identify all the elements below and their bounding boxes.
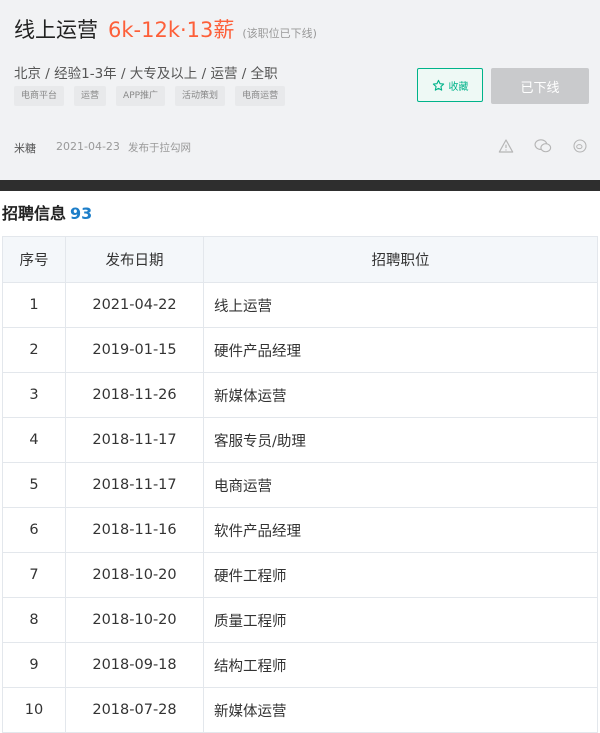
- row-index: 7: [2, 552, 66, 598]
- publish-source: 发布于拉勾网: [128, 142, 191, 154]
- row-index: 5: [2, 462, 66, 508]
- tag[interactable]: APP推广: [116, 86, 166, 106]
- row-date: 2018-10-20: [65, 552, 204, 598]
- row-position[interactable]: 电商运营: [203, 462, 598, 508]
- row-index: 2: [2, 327, 66, 373]
- tag-list: 电商平台 运营 APP推广 活动策划 电商运营: [14, 86, 295, 106]
- job-header: 线上运营 6k-12k·13薪 (该职位已下线) 北京 / 经验1-3年 / 大…: [0, 0, 600, 180]
- table-row: 4 2018-11-17 客服专员/助理: [2, 417, 598, 463]
- table-row: 7 2018-10-20 硬件工程师: [2, 552, 598, 598]
- row-position[interactable]: 结构工程师: [203, 642, 598, 688]
- job-requirements: 北京 / 经验1-3年 / 大专及以上 / 运营 / 全职: [14, 66, 278, 82]
- job-title: 线上运营: [14, 18, 98, 42]
- table-row: 10 2018-07-28 新媒体运营: [2, 687, 598, 733]
- row-date: 2018-07-28: [65, 687, 204, 733]
- row-date: 2018-11-17: [65, 417, 204, 463]
- row-index: 1: [2, 282, 66, 328]
- salary: 6k-12k·13薪: [108, 18, 235, 42]
- section-title-text: 招聘信息: [2, 204, 67, 223]
- row-date: 2018-10-20: [65, 597, 204, 643]
- tag[interactable]: 电商平台: [14, 86, 65, 106]
- column-header-date: 发布日期: [65, 236, 204, 283]
- row-index: 9: [2, 642, 66, 688]
- section-count: 93: [70, 204, 93, 223]
- title-line: 线上运营 6k-12k·13薪 (该职位已下线): [14, 14, 317, 44]
- table-row: 8 2018-10-20 质量工程师: [2, 597, 598, 643]
- row-position[interactable]: 新媒体运营: [203, 687, 598, 733]
- table-row: 5 2018-11-17 电商运营: [2, 462, 598, 508]
- section-divider: [0, 180, 600, 191]
- row-position[interactable]: 软件产品经理: [203, 507, 598, 553]
- row-index: 3: [2, 372, 66, 418]
- row-date: 2021-04-22: [65, 282, 204, 328]
- table-row: 1 2021-04-22 线上运营: [2, 282, 598, 328]
- star-icon: [432, 79, 444, 91]
- tag[interactable]: 活动策划: [175, 86, 226, 106]
- row-index: 10: [2, 687, 66, 733]
- table-header-row: 序号 发布日期 招聘职位: [2, 236, 598, 283]
- section-title: 招聘信息 93: [2, 200, 92, 224]
- row-date: 2019-01-15: [65, 327, 204, 373]
- recruit-table: 序号 发布日期 招聘职位 1 2021-04-22 线上运营 2 2019-01…: [2, 236, 598, 733]
- row-date: 2018-09-18: [65, 642, 204, 688]
- row-position[interactable]: 硬件工程师: [203, 552, 598, 598]
- column-header-index: 序号: [2, 236, 66, 283]
- row-date: 2018-11-26: [65, 372, 204, 418]
- table-row: 9 2018-09-18 结构工程师: [2, 642, 598, 688]
- row-index: 6: [2, 507, 66, 553]
- table-row: 2 2019-01-15 硬件产品经理: [2, 327, 598, 373]
- tag[interactable]: 电商运营: [235, 86, 286, 106]
- table-row: 3 2018-11-26 新媒体运营: [2, 372, 598, 418]
- row-position[interactable]: 硬件产品经理: [203, 327, 598, 373]
- table-row: 6 2018-11-16 软件产品经理: [2, 507, 598, 553]
- status-note: (该职位已下线): [242, 27, 317, 40]
- tag[interactable]: 运营: [74, 86, 107, 106]
- offline-button[interactable]: 已下线: [491, 68, 589, 104]
- collect-button[interactable]: 收藏: [417, 68, 483, 102]
- wechat-share-icon[interactable]: [534, 138, 552, 158]
- publish-date: 2021-04-23: [56, 140, 120, 153]
- report-warning-icon[interactable]: [498, 138, 514, 158]
- row-date: 2018-11-17: [65, 462, 204, 508]
- row-position[interactable]: 线上运营: [203, 282, 598, 328]
- row-date: 2018-11-16: [65, 507, 204, 553]
- row-position[interactable]: 质量工程师: [203, 597, 598, 643]
- column-header-position: 招聘职位: [203, 236, 598, 283]
- row-position[interactable]: 新媒体运营: [203, 372, 598, 418]
- collect-label: 收藏: [448, 81, 469, 93]
- row-position[interactable]: 客服专员/助理: [203, 417, 598, 463]
- row-index: 8: [2, 597, 66, 643]
- share-icons: [498, 138, 600, 158]
- publisher-name[interactable]: 米糖: [14, 140, 36, 156]
- row-index: 4: [2, 417, 66, 463]
- weibo-share-icon[interactable]: [572, 138, 588, 158]
